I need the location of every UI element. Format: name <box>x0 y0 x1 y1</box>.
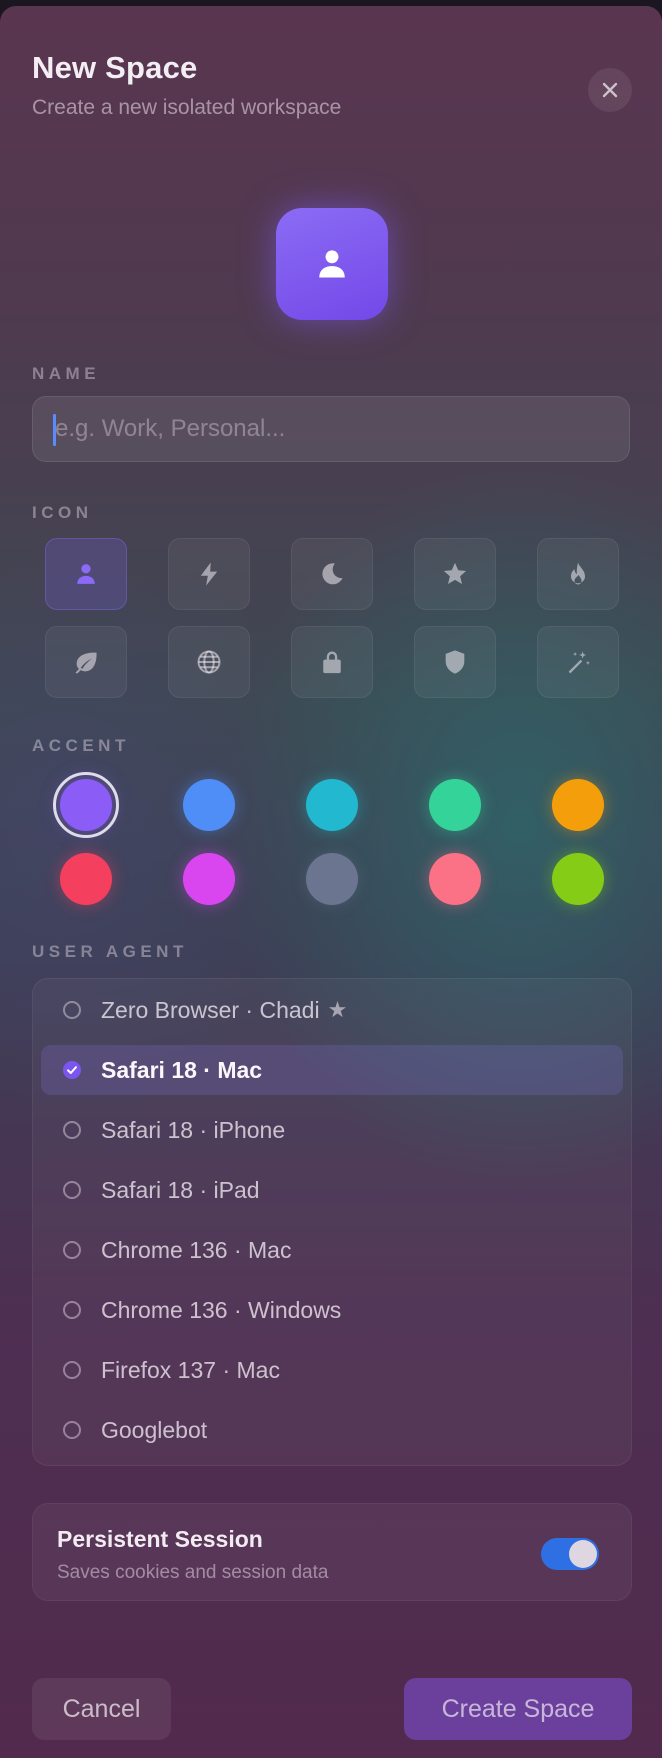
icon-option-magic-wand[interactable] <box>537 626 619 698</box>
create-space-button[interactable]: Create Space <box>404 1678 632 1740</box>
moon-icon <box>322 563 343 585</box>
icon-option-lock[interactable] <box>291 626 373 698</box>
accent-swatch-cyan[interactable] <box>306 779 358 831</box>
magic-wand-icon <box>568 651 591 674</box>
radio-button[interactable] <box>63 1301 81 1319</box>
radio-button[interactable] <box>63 1001 81 1019</box>
new-space-dialog: New Space Create a new isolated workspac… <box>0 6 662 1758</box>
user-agent-option-chrome-windows[interactable]: Chrome 136 · Windows <box>41 1285 623 1335</box>
dialog-subtitle: Create a new isolated workspace <box>32 96 342 119</box>
leaf-icon <box>75 652 97 674</box>
text-caret <box>53 414 56 446</box>
accent-swatch-purple[interactable] <box>53 772 119 838</box>
persistent-session-toggle[interactable] <box>541 1538 599 1570</box>
icon-option-shield[interactable] <box>414 626 496 698</box>
user-agent-option-firefox-mac[interactable]: Firefox 137 · Mac <box>41 1345 623 1395</box>
persistent-session-subtitle: Saves cookies and session data <box>57 1562 329 1583</box>
accent-swatch-slate[interactable] <box>306 853 358 905</box>
icon-option-person[interactable] <box>45 538 127 610</box>
user-agent-section-label: USER AGENT <box>32 942 188 961</box>
accent-swatch-orange[interactable] <box>552 779 604 831</box>
icon-option-leaf[interactable] <box>45 626 127 698</box>
accent-swatch-blue[interactable] <box>183 779 235 831</box>
accent-picker <box>53 772 604 905</box>
user-agent-option-safari-iphone[interactable]: Safari 18 · iPhone <box>41 1105 623 1155</box>
cancel-button[interactable]: Cancel <box>32 1678 171 1740</box>
icon-option-flame[interactable] <box>537 538 619 610</box>
dialog-title: New Space <box>32 50 198 85</box>
user-agent-label: Chrome 136 · Mac <box>101 1236 292 1263</box>
icon-section-label: ICON <box>32 503 93 522</box>
radio-button-checked[interactable] <box>63 1061 81 1079</box>
icon-option-globe[interactable] <box>168 626 250 698</box>
flame-icon <box>571 562 585 585</box>
accent-swatch-lime[interactable] <box>552 853 604 905</box>
user-agent-label: Safari 18 · iPad <box>101 1176 260 1203</box>
user-agent-label: Safari 18 · iPhone <box>101 1116 286 1143</box>
space-icon-preview <box>276 208 388 320</box>
user-agent-label: Safari 18 · Mac <box>101 1056 263 1083</box>
lock-icon <box>323 651 341 674</box>
name-section-label: NAME <box>32 364 101 383</box>
radio-button[interactable] <box>63 1181 81 1199</box>
accent-swatch-pink[interactable] <box>429 853 481 905</box>
accent-swatch-magenta[interactable] <box>183 853 235 905</box>
radio-button[interactable] <box>63 1121 81 1139</box>
close-button[interactable] <box>588 68 632 112</box>
person-icon <box>319 250 345 278</box>
radio-button[interactable] <box>63 1241 81 1259</box>
accent-swatch-red[interactable] <box>60 853 112 905</box>
globe-icon <box>197 650 221 674</box>
user-agent-list: Zero Browser · Chadi ★ Safari 18 · Mac S… <box>32 978 632 1466</box>
user-agent-label: Zero Browser · Chadi <box>101 996 320 1023</box>
radio-button[interactable] <box>63 1361 81 1379</box>
persistent-session-title: Persistent Session <box>57 1526 263 1552</box>
icon-option-moon[interactable] <box>291 538 373 610</box>
checkmark-icon <box>67 1066 77 1074</box>
user-agent-label: Firefox 137 · Mac <box>101 1356 280 1383</box>
accent-swatch-green[interactable] <box>429 779 481 831</box>
accent-section-label: ACCENT <box>32 736 130 755</box>
radio-button[interactable] <box>63 1421 81 1439</box>
icon-option-bolt[interactable] <box>168 538 250 610</box>
icon-option-star[interactable] <box>414 538 496 610</box>
user-agent-label: Googlebot <box>101 1416 208 1443</box>
user-agent-option-chrome-mac[interactable]: Chrome 136 · Mac <box>41 1225 623 1275</box>
toggle-knob <box>569 1540 597 1568</box>
user-agent-option-safari-mac[interactable]: Safari 18 · Mac <box>41 1045 623 1095</box>
user-agent-option-safari-ipad[interactable]: Safari 18 · iPad <box>41 1165 623 1215</box>
persistent-session-panel: Persistent Session Saves cookies and ses… <box>32 1503 632 1601</box>
user-agent-option-googlebot[interactable]: Googlebot <box>41 1405 623 1455</box>
user-agent-option-zero-browser[interactable]: Zero Browser · Chadi ★ <box>41 985 623 1035</box>
name-input[interactable] <box>32 396 630 462</box>
star-icon: ★ <box>327 997 348 1022</box>
star-icon <box>443 562 467 585</box>
icon-picker <box>45 538 619 698</box>
person-icon <box>77 564 95 584</box>
user-agent-label: Chrome 136 · Windows <box>101 1296 342 1323</box>
close-icon <box>602 82 618 98</box>
bolt-icon <box>200 562 218 586</box>
shield-icon <box>445 650 465 674</box>
